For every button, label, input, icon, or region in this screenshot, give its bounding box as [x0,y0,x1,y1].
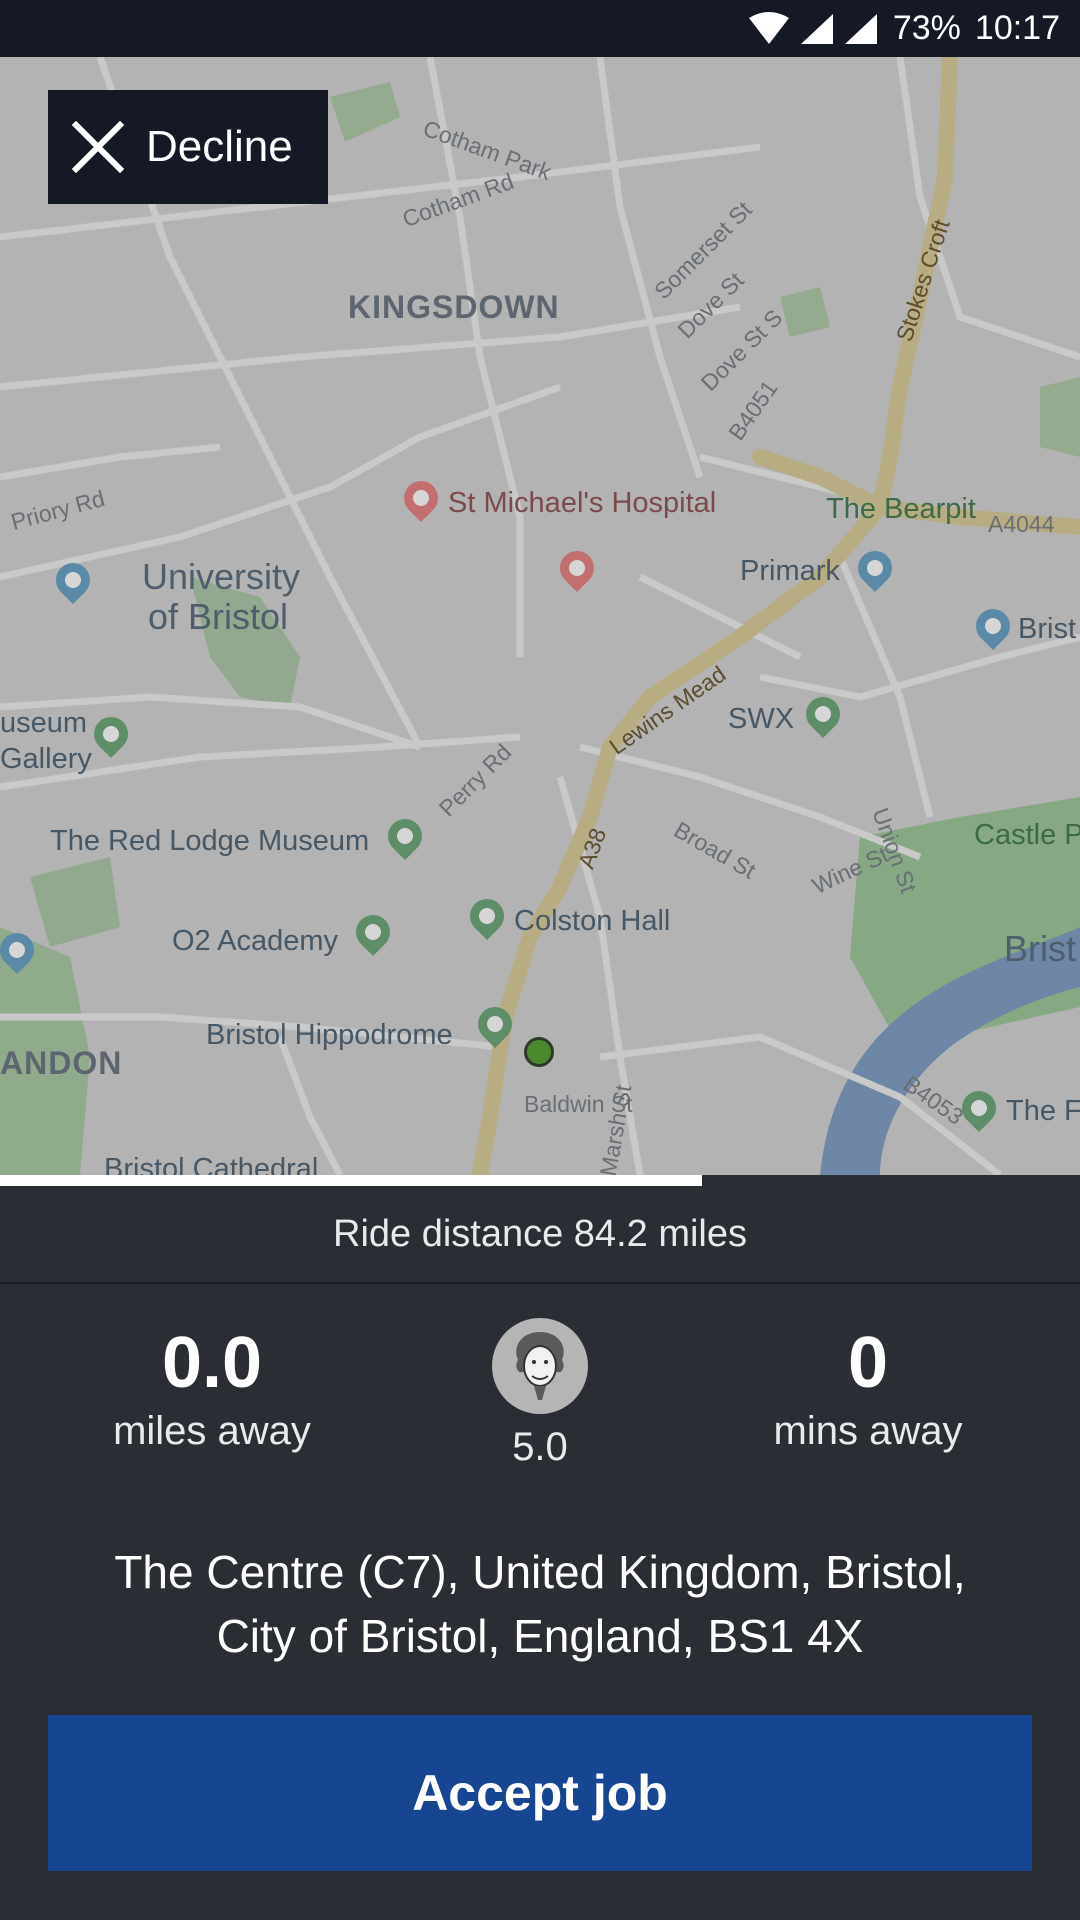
eta: 0 mins away [688,1320,1048,1456]
wifi-icon [748,11,789,44]
eta-caption: mins away [773,1409,963,1453]
map-label: The Red Lodge Museum [50,825,370,857]
map-label: Gallery [0,743,92,775]
clock: 10:17 [974,9,1060,47]
signal-icon [800,13,833,44]
driver-location-marker [524,1037,554,1067]
pickup-distance-caption: miles away [113,1409,311,1453]
map-label: KINGSDOWN [348,289,560,325]
map-label: A4044 [988,511,1055,537]
pickup-address-line1: The Centre (C7), United Kingdom, Bristol… [114,1546,966,1598]
map-label: Primark [740,555,840,587]
pickup-distance: 0.0 miles away [32,1320,392,1456]
countdown-progress-fill [0,1175,702,1186]
pickup-address-line2: City of Bristol, England, BS1 4X [216,1610,864,1662]
ride-distance: Ride distance 84.2 miles [0,1186,1080,1284]
passenger-avatar [492,1318,588,1414]
map-label: Castle P [974,819,1080,851]
map-label: Brist [1004,928,1076,969]
eta-value: 0 [847,1323,889,1403]
map-label: of Bristol [148,596,289,637]
map-label: useum [0,707,88,739]
passenger-rating: 5.0 [360,1304,720,1472]
countdown-progress-bar [0,1175,1080,1186]
decline-label: Decline [146,122,293,171]
map-label: The Bearpit [826,493,976,525]
passenger-rating-value: 5.0 [512,1425,568,1469]
map-label: ANDON [0,1045,123,1081]
ride-request-screen: 73% 10:17 Cotham Park Cotham Rd KINGSDOW… [0,0,1080,1920]
pickup-distance-value: 0.0 [161,1323,263,1403]
map-label: Colston Hall [514,905,671,937]
status-bar: 73% 10:17 [0,0,1080,57]
map-label: Bristol Hippodrome [206,1019,453,1051]
close-icon [72,121,124,173]
pickup-address: The Centre (C7), United Kingdom, Bristol… [40,1540,1040,1668]
accept-job-button[interactable]: Accept job [48,1715,1032,1871]
map-view[interactable]: Cotham Park Cotham Rd KINGSDOWN Somerset… [0,57,1080,1175]
connectivity-icons [747,11,879,46]
map-label: SWX [728,703,795,735]
map-label: St Michael's Hospital [448,487,717,519]
job-stats: 0.0 miles away 5.0 0 mins away [0,1318,1080,1490]
person-icon [516,1332,564,1400]
map-label: Brist [1018,613,1076,645]
map-label: The F [1006,1095,1080,1127]
signal-icon [844,13,877,44]
decline-button[interactable]: Decline [48,90,328,204]
battery-level: 73% [892,9,961,47]
map-label: University [142,556,301,597]
map-label: O2 Academy [172,925,339,957]
map-label: Bristol Cathedral [104,1153,319,1175]
